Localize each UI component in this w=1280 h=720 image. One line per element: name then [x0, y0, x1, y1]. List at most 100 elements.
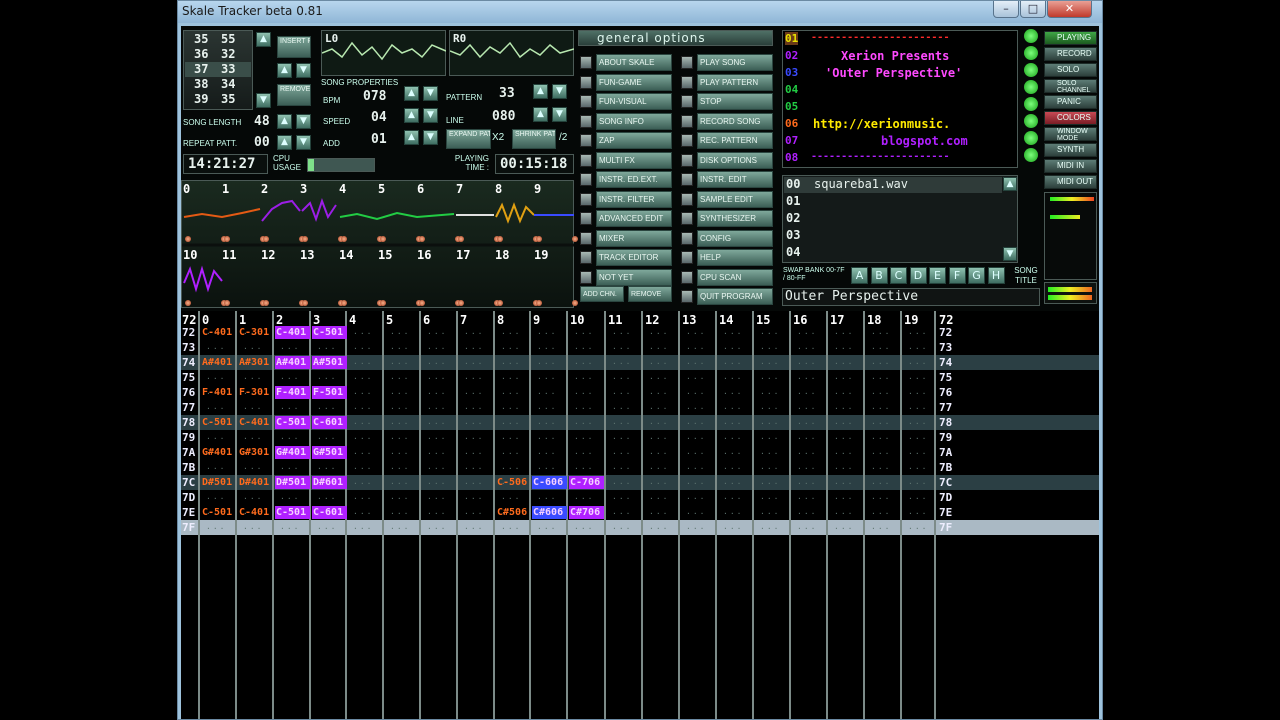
empty-cell[interactable]: ...: [206, 492, 226, 501]
channel-header[interactable]: 16: [793, 313, 807, 327]
empty-cell[interactable]: ...: [686, 522, 706, 531]
empty-cell[interactable]: ...: [723, 327, 743, 336]
sample-row[interactable]: 01: [784, 194, 1002, 210]
empty-cell[interactable]: ...: [390, 357, 410, 366]
menu-bullet-icon[interactable]: [681, 95, 693, 108]
empty-cell[interactable]: ...: [574, 357, 594, 366]
empty-cell[interactable]: ...: [353, 402, 373, 411]
empty-cell[interactable]: ...: [353, 477, 373, 486]
empty-cell[interactable]: ...: [797, 522, 817, 531]
toggle-panic[interactable]: PANIC: [1044, 95, 1097, 109]
menu-item-play-song[interactable]: PLAY SONG: [697, 54, 773, 71]
empty-cell[interactable]: ...: [390, 492, 410, 501]
menu-item-rec-pattern[interactable]: REC. PATTERN: [697, 132, 773, 149]
empty-cell[interactable]: ...: [908, 492, 928, 501]
empty-cell[interactable]: ...: [501, 402, 521, 411]
pattern-note[interactable]: C-501: [201, 506, 236, 519]
channel-header[interactable]: 3: [313, 313, 320, 327]
menu-item-not-yet[interactable]: NOT YET: [596, 268, 672, 286]
sample-scroll-up-icon[interactable]: ▲: [1003, 177, 1017, 191]
empty-cell[interactable]: ...: [908, 447, 928, 456]
empty-cell[interactable]: ...: [797, 402, 817, 411]
empty-cell[interactable]: ...: [574, 372, 594, 381]
empty-cell[interactable]: ...: [871, 357, 891, 366]
empty-cell[interactable]: ...: [501, 417, 521, 426]
empty-cell[interactable]: ...: [871, 522, 891, 531]
empty-cell[interactable]: ...: [574, 387, 594, 396]
empty-cell[interactable]: ...: [612, 447, 632, 456]
pattern-note[interactable]: A#301: [238, 356, 273, 369]
empty-cell[interactable]: ...: [537, 417, 557, 426]
channel-header[interactable]: 14: [719, 313, 733, 327]
empty-cell[interactable]: ...: [537, 372, 557, 381]
empty-cell[interactable]: ...: [908, 357, 928, 366]
empty-cell[interactable]: ...: [501, 522, 521, 531]
empty-cell[interactable]: ...: [243, 342, 263, 351]
empty-cell[interactable]: ...: [723, 477, 743, 486]
instrument-led-icon[interactable]: [1024, 148, 1038, 162]
empty-cell[interactable]: ...: [871, 387, 891, 396]
empty-cell[interactable]: ...: [464, 507, 484, 516]
empty-cell[interactable]: ...: [723, 357, 743, 366]
track-solo-icon[interactable]: [341, 300, 347, 306]
sample-scroll-down-icon[interactable]: ▼: [1003, 247, 1017, 261]
track-solo-icon[interactable]: [380, 236, 386, 242]
empty-cell[interactable]: ...: [834, 507, 854, 516]
channel-header[interactable]: 15: [756, 313, 770, 327]
track-solo-icon[interactable]: [263, 236, 269, 242]
pattern-note[interactable]: A#401: [275, 356, 310, 369]
empty-cell[interactable]: ...: [427, 342, 447, 351]
empty-cell[interactable]: ...: [317, 522, 337, 531]
empty-cell[interactable]: ...: [612, 462, 632, 471]
empty-cell[interactable]: ...: [427, 357, 447, 366]
empty-cell[interactable]: ...: [686, 417, 706, 426]
menu-bullet-icon[interactable]: [681, 192, 693, 206]
empty-cell[interactable]: ...: [908, 462, 928, 471]
empty-cell[interactable]: ...: [353, 387, 373, 396]
empty-cell[interactable]: ...: [317, 492, 337, 501]
empty-cell[interactable]: ...: [649, 432, 669, 441]
empty-cell[interactable]: ...: [612, 372, 632, 381]
empty-cell[interactable]: ...: [871, 402, 891, 411]
empty-cell[interactable]: ...: [686, 432, 706, 441]
empty-cell[interactable]: ...: [464, 342, 484, 351]
instrument-number[interactable]: 05: [785, 100, 798, 113]
empty-cell[interactable]: ...: [206, 522, 226, 531]
empty-cell[interactable]: ...: [797, 417, 817, 426]
empty-cell[interactable]: ...: [317, 372, 337, 381]
maximize-button[interactable]: □: [1020, 1, 1046, 18]
track-solo-icon[interactable]: [185, 236, 191, 242]
empty-cell[interactable]: ...: [723, 507, 743, 516]
pattern-note[interactable]: G#501: [312, 446, 347, 459]
menu-bullet-icon[interactable]: [681, 212, 693, 225]
bank-a-button[interactable]: A: [851, 267, 868, 284]
empty-cell[interactable]: ...: [760, 507, 780, 516]
empty-cell[interactable]: ...: [353, 372, 373, 381]
empty-cell[interactable]: ...: [390, 372, 410, 381]
empty-cell[interactable]: ...: [353, 417, 373, 426]
empty-cell[interactable]: ...: [834, 342, 854, 351]
empty-cell[interactable]: ...: [464, 357, 484, 366]
empty-cell[interactable]: ...: [871, 342, 891, 351]
instrument-number[interactable]: 07: [785, 134, 798, 147]
track-solo-icon[interactable]: [302, 300, 308, 306]
empty-cell[interactable]: ...: [501, 327, 521, 336]
song-pos-row[interactable]: 36 32: [185, 47, 251, 62]
empty-cell[interactable]: ...: [834, 387, 854, 396]
menu-item-song-info[interactable]: SONG INFO: [596, 112, 672, 130]
menu-bullet-icon[interactable]: [580, 212, 592, 225]
menu-bullet-icon[interactable]: [580, 173, 592, 186]
song-length-up-icon[interactable]: ▲: [277, 114, 292, 129]
empty-cell[interactable]: ...: [686, 402, 706, 411]
empty-cell[interactable]: ...: [797, 357, 817, 366]
instrument-name[interactable]: Xerion Presents: [841, 49, 949, 63]
track-solo-icon[interactable]: [536, 300, 542, 306]
empty-cell[interactable]: ...: [686, 492, 706, 501]
empty-cell[interactable]: ...: [612, 522, 632, 531]
empty-cell[interactable]: ...: [464, 522, 484, 531]
pattern-note[interactable]: C#506: [496, 506, 531, 519]
song-pos-row[interactable]: 38 34: [185, 77, 251, 92]
empty-cell[interactable]: ...: [760, 417, 780, 426]
empty-cell[interactable]: ...: [612, 402, 632, 411]
menu-bullet-icon[interactable]: [681, 134, 693, 147]
